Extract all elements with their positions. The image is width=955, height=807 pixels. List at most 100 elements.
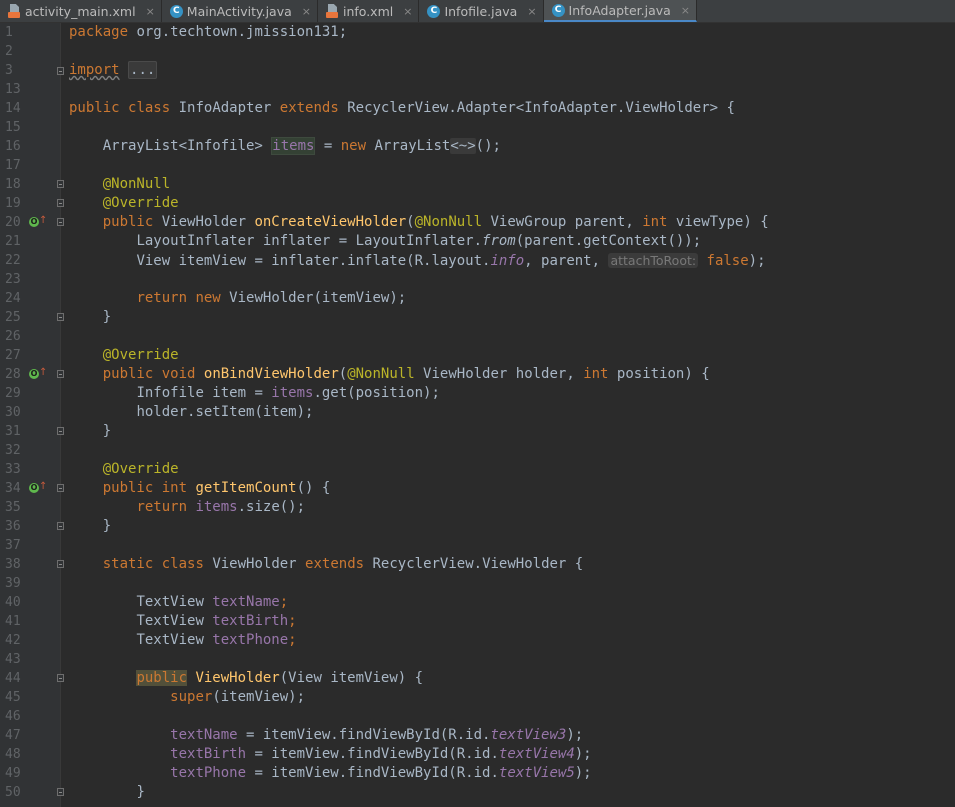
tab-info-xml[interactable]: info.xml × [318, 0, 420, 22]
code-line: public ViewHolder onCreateViewHolder(@No… [102, 214, 769, 230]
code-line: public ViewHolder(View itemView) { [136, 670, 424, 686]
line-number: 48 [5, 747, 21, 762]
code-line: TextView textPhone; [136, 632, 297, 648]
line-number: 16 [5, 139, 21, 154]
line-number: 2 [5, 44, 13, 59]
code-line: @Override [102, 461, 179, 477]
code-line: View itemView = inflater.inflate(R.layou… [136, 253, 766, 269]
line-number: 30 [5, 405, 21, 420]
line-number: 44 [5, 671, 21, 686]
tab-label: InfoAdapter.java [568, 2, 671, 18]
line-number: 34 [5, 481, 21, 496]
editor-tab-bar: activity_main.xml × C MainActivity.java … [0, 0, 955, 23]
fold-toggle-icon[interactable] [57, 370, 64, 378]
close-icon[interactable]: × [302, 5, 311, 18]
tab-main-activity-java[interactable]: C MainActivity.java × [162, 0, 318, 22]
code-line: TextView textName; [136, 594, 289, 610]
code-line: holder.setItem(item); [136, 404, 314, 420]
fold-toggle-icon[interactable] [57, 180, 64, 188]
line-number: 49 [5, 766, 21, 781]
line-number: 33 [5, 462, 21, 477]
code-line: ArrayList<Infofile> items = new ArrayLis… [102, 137, 501, 155]
fold-toggle-icon[interactable] [57, 522, 64, 530]
editor-gutter: 1 2 3 13 14 15 16 17 18 19 20 21 22 23 2… [0, 23, 64, 807]
line-number: 18 [5, 177, 21, 192]
ide-window: { "tabs": [ {"label": "activity_main.xml… [0, 0, 955, 807]
override-method-icon[interactable]: O [29, 217, 39, 227]
line-number: 29 [5, 386, 21, 401]
fold-toggle-icon[interactable] [57, 788, 64, 796]
line-number: 20 [5, 215, 21, 230]
line-number: 17 [5, 158, 21, 173]
code-line: public int getItemCount() { [102, 480, 331, 496]
arrow-up-icon: ↑ [39, 215, 48, 226]
line-number: 27 [5, 348, 21, 363]
line-number: 50 [5, 785, 21, 800]
arrow-up-icon: ↑ [39, 367, 48, 378]
override-method-icon[interactable]: O [29, 483, 39, 493]
line-number: 19 [5, 196, 21, 211]
line-number: 38 [5, 557, 21, 572]
fold-toggle-icon[interactable] [57, 313, 64, 321]
line-number: 41 [5, 614, 21, 629]
fold-toggle-icon[interactable] [57, 427, 64, 435]
tab-label: activity_main.xml [25, 3, 136, 19]
fold-toggle-icon[interactable] [57, 674, 64, 682]
line-number: 36 [5, 519, 21, 534]
code-line: return new ViewHolder(itemView); [136, 290, 407, 306]
close-icon[interactable]: × [146, 5, 155, 18]
line-number: 42 [5, 633, 21, 648]
line-number: 43 [5, 652, 21, 667]
override-method-icon[interactable]: O [29, 369, 39, 379]
line-number: 45 [5, 690, 21, 705]
close-icon[interactable]: × [403, 5, 412, 18]
fold-toggle-icon[interactable] [57, 199, 64, 207]
xml-file-icon [8, 4, 21, 18]
code-line: package org.techtown.jmission131; [69, 24, 348, 40]
tab-label: MainActivity.java [186, 3, 292, 19]
line-number: 31 [5, 424, 21, 439]
code-line: textBirth = itemView.findViewById(R.id.t… [170, 746, 592, 762]
code-line: @Override [102, 347, 179, 363]
line-number: 28 [5, 367, 21, 382]
line-number: 37 [5, 538, 21, 553]
folded-imports[interactable]: ... [128, 61, 158, 79]
fold-toggle-icon[interactable] [57, 67, 64, 75]
code-line: textPhone = itemView.findViewById(R.id.t… [170, 765, 592, 781]
code-line: textName = itemView.findViewById(R.id.te… [170, 727, 584, 743]
fold-toggle-icon[interactable] [57, 218, 64, 226]
code-line: @NonNull [102, 176, 171, 192]
tab-activity-main-xml[interactable]: activity_main.xml × [0, 0, 162, 22]
fold-toggle-icon[interactable] [57, 560, 64, 568]
line-number: 40 [5, 595, 21, 610]
code-line: } [102, 423, 112, 439]
code-line: super(itemView); [170, 689, 306, 705]
line-number: 23 [5, 272, 21, 287]
code-line: Infofile item = items.get(position); [136, 385, 440, 401]
code-line: public class InfoAdapter extends Recycle… [69, 100, 735, 116]
code-line: return items.size(); [136, 499, 306, 515]
tab-info-adapter-java[interactable]: C InfoAdapter.java × [543, 0, 698, 22]
tab-label: Infofile.java [444, 3, 518, 19]
code-line: } [102, 518, 112, 534]
line-number: 21 [5, 234, 21, 249]
line-number: 13 [5, 82, 21, 97]
code-editor[interactable]: package org.techtown.jmission131; import… [69, 23, 955, 807]
arrow-up-icon: ↑ [39, 481, 48, 492]
line-number: 22 [5, 253, 21, 268]
line-number: 25 [5, 310, 21, 325]
close-icon[interactable]: × [527, 5, 536, 18]
line-number: 1 [5, 25, 13, 40]
line-number: 39 [5, 576, 21, 591]
java-class-icon: C [169, 4, 183, 18]
tab-infofile-java[interactable]: C Infofile.java × [419, 0, 544, 22]
line-number: 14 [5, 101, 21, 116]
close-icon[interactable]: × [681, 4, 690, 17]
fold-toggle-icon[interactable] [57, 484, 64, 492]
line-number: 26 [5, 329, 21, 344]
line-number: 32 [5, 443, 21, 458]
tab-label: info.xml [342, 3, 394, 19]
code-line: LayoutInflater inflater = LayoutInflater… [136, 233, 702, 249]
line-number: 3 [5, 63, 13, 78]
code-line: } [102, 309, 112, 325]
